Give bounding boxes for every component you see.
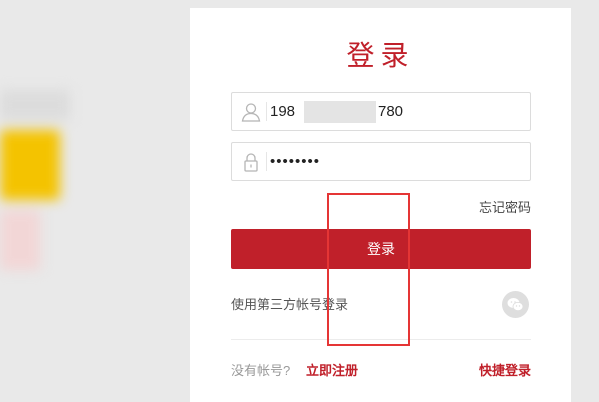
lock-icon (240, 151, 262, 173)
username-redaction (304, 101, 376, 123)
quick-login-link[interactable]: 快捷登录 (479, 360, 531, 379)
password-field[interactable]: •••••••• (231, 142, 531, 181)
field-separator (266, 102, 267, 121)
forgot-password-link[interactable]: 忘记密码 (479, 197, 531, 216)
username-field[interactable]: 198 780 (231, 92, 531, 131)
password-value: •••••••• (270, 153, 321, 170)
blurred-background (0, 60, 90, 300)
login-title: 登录 (346, 39, 415, 72)
user-icon (240, 101, 262, 123)
divider (231, 339, 531, 340)
login-panel: 登录 198 780 •••••••• 忘记密码 登录 使用第三方帐号登录 没有… (190, 8, 571, 402)
username-value-prefix: 198 (270, 103, 296, 120)
register-link[interactable]: 立即注册 (306, 360, 358, 379)
login-button[interactable]: 登录 (231, 229, 531, 269)
field-separator (266, 152, 267, 171)
third-party-login-label: 使用第三方帐号登录 (231, 297, 349, 312)
username-value-suffix: 780 (378, 103, 404, 120)
wechat-icon[interactable] (502, 291, 529, 318)
no-account-label: 没有帐号? (231, 363, 291, 378)
